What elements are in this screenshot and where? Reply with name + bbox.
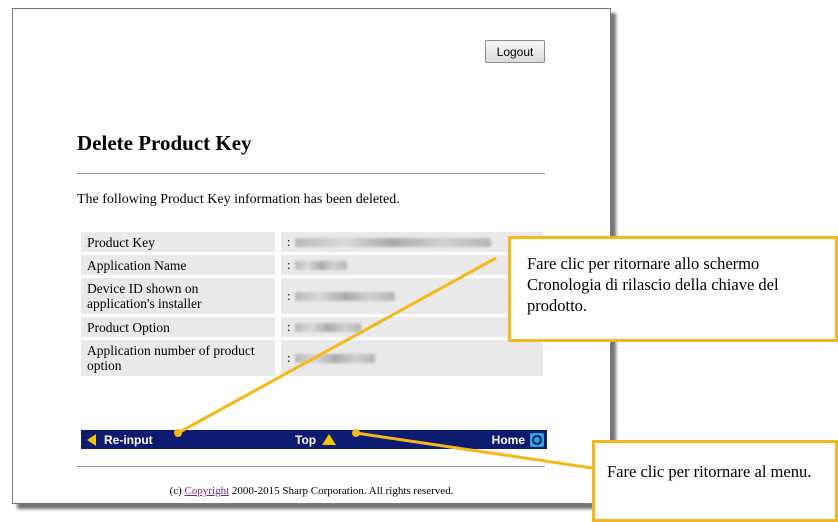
table-row: Device ID shown on application's install… (81, 278, 543, 314)
redacted-value (294, 237, 491, 247)
reinput-callout: Fare clic per ritornare allo schermo Cro… (508, 236, 838, 342)
row-label: Application Name (81, 255, 275, 275)
top-label: Top (295, 432, 317, 447)
home-link[interactable]: Home (492, 430, 544, 449)
table-row: Product Key : (81, 232, 543, 252)
bottom-nav-bar: Re-input Top Home (81, 430, 547, 449)
redacted-value (294, 353, 375, 363)
product-key-info-table: Product Key : Application Name : Device … (81, 232, 543, 379)
arrow-up-icon (322, 434, 337, 445)
copyright-link[interactable]: Copyright (185, 485, 230, 497)
redacted-value (294, 322, 361, 332)
logout-button[interactable]: Logout (485, 40, 545, 63)
row-value: : (281, 255, 543, 275)
row-value: : (281, 278, 543, 314)
row-label: Device ID shown on application's install… (81, 278, 275, 314)
deletion-notice: The following Product Key information ha… (77, 192, 400, 207)
table-row: Application number of product option : (81, 340, 543, 376)
page-title: Delete Product Key (77, 131, 252, 155)
reinput-link[interactable]: Re-input (87, 430, 153, 449)
menu-callout: Fare clic per ritornare al menu. (592, 440, 838, 522)
table-row: Product Option : (81, 317, 543, 337)
arrow-left-icon (87, 433, 96, 446)
row-label: Product Option (81, 317, 275, 337)
row-label: Product Key (81, 232, 275, 252)
home-label: Home (491, 432, 525, 447)
redacted-value (294, 260, 347, 270)
footer-divider (77, 466, 545, 467)
title-divider (77, 173, 545, 174)
reinput-label: Re-input (104, 432, 153, 447)
top-link[interactable]: Top (295, 430, 337, 449)
row-value: : (281, 317, 543, 337)
home-icon (530, 432, 544, 447)
row-value: : (281, 340, 543, 376)
table-row: Application Name : (81, 255, 543, 275)
redacted-value (294, 291, 395, 301)
copyright-footer: (c) Copyright 2000-2015 Sharp Corporatio… (169, 485, 454, 497)
row-value: : (281, 232, 543, 252)
row-label: Application number of product option (81, 340, 275, 376)
